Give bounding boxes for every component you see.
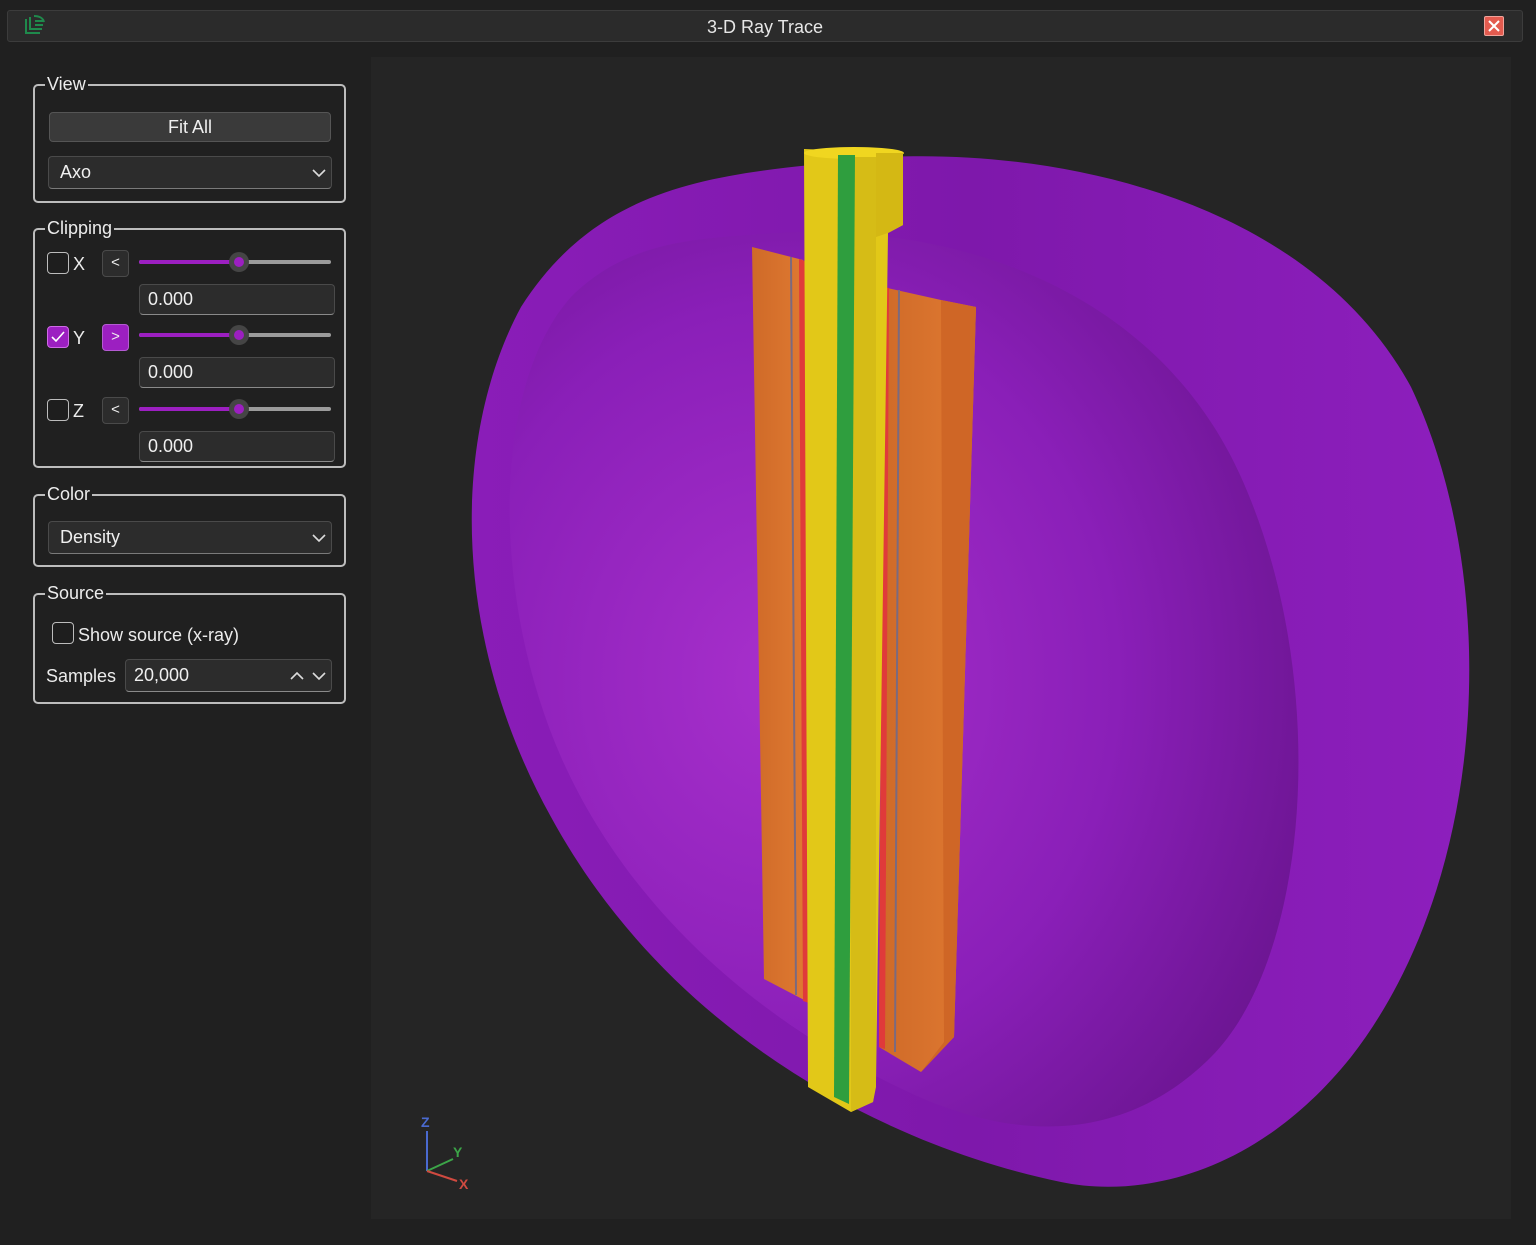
samples-label: Samples [46,666,117,686]
clip-x-direction-button[interactable]: < [102,250,129,277]
samples-spinbox[interactable]: 20,000 [125,659,332,692]
clip-y-slider-thumb[interactable] [228,325,249,345]
clip-y-slider[interactable] [139,325,331,345]
clip-z-slider-thumb[interactable] [228,399,249,419]
window-title: 3-D Ray Trace [706,17,824,37]
close-icon [1488,20,1500,32]
clip-x-label: X [73,254,86,274]
chevron-up-icon[interactable] [289,668,305,684]
color-mode-value: Density [60,527,121,547]
clip-y-direction-button[interactable]: > [102,324,129,351]
triad-z-label: Z [421,1114,430,1130]
clip-y-value-input[interactable]: 0.000 [139,357,335,388]
color-legend: Color [45,483,93,505]
samples-value: 20,000 [134,665,190,685]
chevron-down-icon[interactable] [311,668,327,684]
view-legend: View [45,73,88,95]
clip-z-direction-button[interactable]: < [102,397,129,424]
clip-z-label: Z [73,401,84,421]
checkmark-icon [51,331,65,343]
chevron-down-icon [312,534,326,543]
clip-y-label: Y [73,328,86,348]
color-group: Color Density [33,483,346,567]
rod-top-face [876,153,903,237]
clip-x-slider[interactable] [139,252,331,272]
clip-x-value-input[interactable]: 0.000 [139,284,335,315]
clip-z-value-input[interactable]: 0.000 [139,431,335,462]
close-button[interactable] [1484,16,1504,36]
axis-triad-icon: Z Y X [421,1114,469,1192]
source-legend: Source [45,582,107,604]
clipping-group: Clipping X < 0.000 Y > 0.000 Z < 0.000 [33,217,346,468]
clip-x-slider-thumb[interactable] [228,252,249,272]
title-bar: 3-D Ray Trace [7,10,1523,42]
ray-trace-render [471,147,1470,1187]
projection-value: Axo [60,162,92,182]
clip-z-slider[interactable] [139,399,331,419]
fit-all-button[interactable]: Fit All [49,112,331,142]
chevron-down-icon [312,169,326,178]
view-group: View Fit All Axo [33,73,346,203]
clip-z-checkbox[interactable] [47,399,69,421]
clipping-legend: Clipping [45,217,115,239]
projection-select[interactable]: Axo [48,156,332,189]
clip-x-checkbox[interactable] [47,252,69,274]
clip-y-checkbox[interactable] [47,326,69,348]
color-mode-select[interactable]: Density [48,521,332,554]
show-source-label: Show source (x-ray) [78,625,240,645]
triad-x-label: X [459,1176,469,1192]
rod-right-face [851,157,876,1112]
triad-y-label: Y [453,1144,463,1160]
3d-viewport[interactable]: Z Y X [371,57,1511,1219]
show-source-checkbox[interactable] [52,622,74,644]
source-group: Source Show source (x-ray) Samples 20,00… [33,582,346,704]
